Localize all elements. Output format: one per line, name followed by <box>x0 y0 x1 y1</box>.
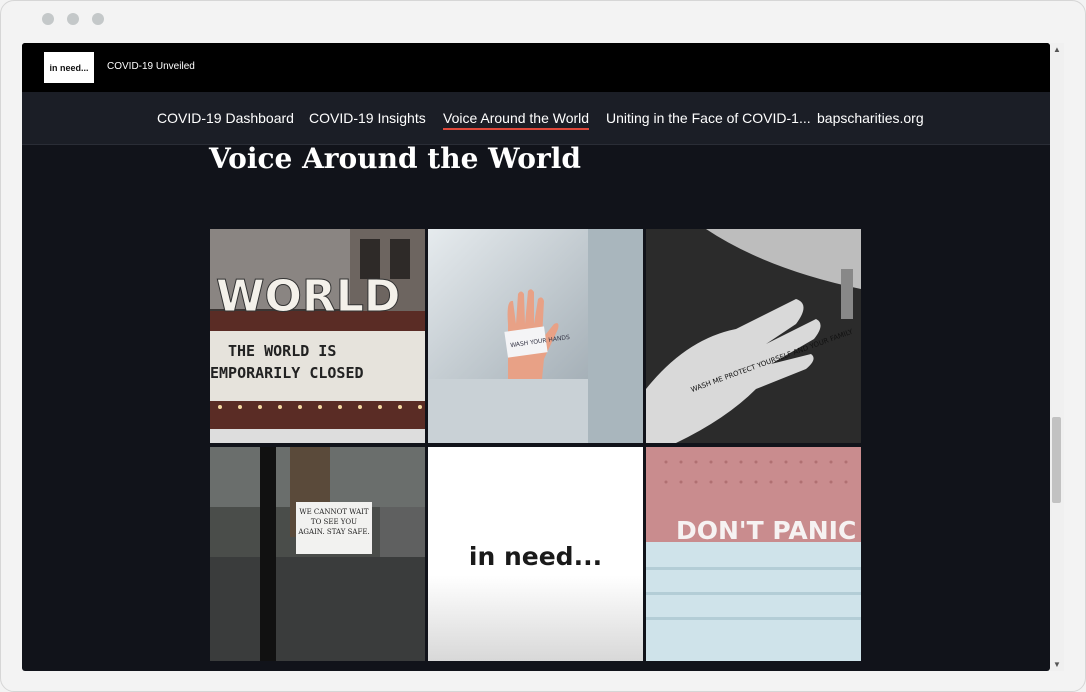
window-dot-icon <box>42 13 54 25</box>
nav-uniting-face-covid[interactable]: Uniting in the Face of COVID-1... <box>606 110 811 126</box>
window-sign-photo: WE CANNOT WAIT TO SEE YOU AGAIN. STAY SA… <box>210 447 425 661</box>
gallery-photo-wash-hands[interactable]: WASH YOUR HANDS <box>428 229 643 443</box>
gallery-brand-tile[interactable]: in need... <box>428 447 643 661</box>
toy-hand-photo: WASH YOUR HANDS <box>428 229 643 443</box>
window-dot-icon <box>67 13 79 25</box>
page-title: Voice Around the World <box>209 142 581 175</box>
site-header: in need... COVID-19 Unveiled <box>22 43 1050 92</box>
vertical-scrollbar[interactable]: ▲ ▼ <box>1050 43 1064 671</box>
gallery-photo-window-sign[interactable]: WE CANNOT WAIT TO SEE YOU AGAIN. STAY SA… <box>210 447 425 661</box>
photo-gallery: WORLD THE WORLD IS EMPORARILY CLOSED WAS… <box>210 229 862 663</box>
brand-text: in need... <box>468 542 603 571</box>
nav-voice-around-the-world[interactable]: Voice Around the World <box>443 110 590 130</box>
nav-bapscharities[interactable]: bapscharities.org <box>817 110 924 126</box>
window-dot-icon <box>92 13 104 25</box>
gallery-photo-dont-panic[interactable]: DON'T PANIC <box>646 447 861 661</box>
svg-text:THE WORLD IS: THE WORLD IS <box>228 342 336 360</box>
page-viewport: in need... COVID-19 Unveiled COVID-19 Da… <box>22 43 1050 671</box>
scrollbar-thumb[interactable] <box>1052 417 1061 503</box>
main-nav: COVID-19 Dashboard COVID-19 Insights Voi… <box>22 92 1050 145</box>
logo-text: in need... <box>49 62 89 73</box>
scroll-down-arrow-icon[interactable]: ▼ <box>1053 660 1061 669</box>
gallery-photo-world-closed[interactable]: WORLD THE WORLD IS EMPORARILY CLOSED <box>210 229 425 443</box>
palm-photo: WASH ME PROTECT YOURSELF AND YOUR FAMILY <box>646 229 861 443</box>
svg-text:WORLD: WORLD <box>216 271 400 322</box>
svg-text:EMPORARILY CLOSED: EMPORARILY CLOSED <box>210 364 364 382</box>
gallery-photo-palm-writing[interactable]: WASH ME PROTECT YOURSELF AND YOUR FAMILY <box>646 229 861 443</box>
marquee-photo: WORLD THE WORLD IS EMPORARILY CLOSED <box>210 229 425 443</box>
mask-photo: DON'T PANIC <box>646 447 861 661</box>
site-title[interactable]: COVID-19 Unveiled <box>107 61 195 72</box>
nav-covid-dashboard[interactable]: COVID-19 Dashboard <box>157 110 294 126</box>
nav-covid-insights[interactable]: COVID-19 Insights <box>309 110 426 126</box>
site-logo[interactable]: in need... <box>44 52 94 83</box>
scroll-up-arrow-icon[interactable]: ▲ <box>1053 45 1061 54</box>
svg-text:DON'T PANIC: DON'T PANIC <box>676 516 856 545</box>
